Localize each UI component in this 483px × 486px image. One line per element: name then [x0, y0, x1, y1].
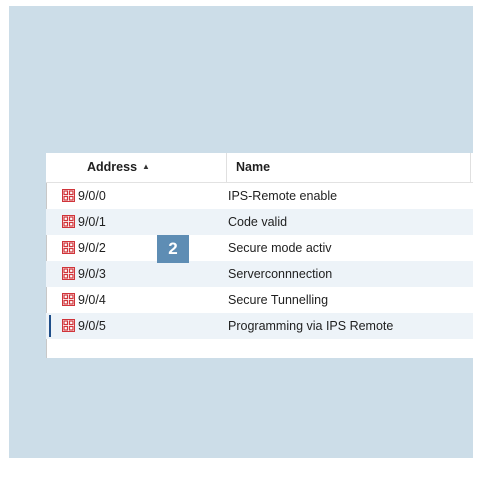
- table-row[interactable]: 9/0/5 Programming via IPS Remote: [46, 313, 473, 339]
- row-focus-indicator: [49, 315, 51, 337]
- table-row[interactable]: 9/0/3 Serverconnnection: [46, 261, 473, 287]
- sort-ascending-icon: ▲: [142, 162, 150, 171]
- table-row[interactable]: 9/0/0 IPS-Remote enable: [46, 183, 473, 209]
- name-cell: Secure mode activ: [228, 241, 332, 255]
- table-row[interactable]: 9/0/4 Secure Tunnelling: [46, 287, 473, 313]
- table-header: Address ▲ Name: [46, 153, 473, 183]
- group-address-icon: [62, 267, 75, 280]
- group-address-table: Address ▲ Name 9/0/0 IPS-Remote enable 9/0/…: [46, 153, 473, 358]
- name-cell: Code valid: [228, 215, 288, 229]
- table-row[interactable]: 9/0/2 Secure mode activ: [46, 235, 473, 261]
- group-address-icon: [62, 189, 75, 202]
- table-row[interactable]: 9/0/1 Code valid: [46, 209, 473, 235]
- background-panel: Address ▲ Name 9/0/0 IPS-Remote enable 9/0/…: [9, 6, 473, 458]
- group-address-icon: [62, 241, 75, 254]
- column-separator[interactable]: [226, 153, 227, 182]
- address-cell: 9/0/4: [78, 293, 106, 307]
- name-cell: IPS-Remote enable: [228, 189, 338, 203]
- address-cell: 9/0/2: [78, 241, 106, 255]
- column-header-address[interactable]: Address ▲: [87, 153, 227, 182]
- column-header-name[interactable]: Name: [236, 153, 464, 182]
- step-badge: 2: [157, 235, 189, 263]
- group-address-icon: [62, 319, 75, 332]
- address-cell: 9/0/3: [78, 267, 106, 281]
- column-header-address-label: Address: [87, 160, 138, 174]
- group-address-icon: [62, 293, 75, 306]
- address-cell: 9/0/5: [78, 319, 106, 333]
- address-cell: 9/0/0: [78, 189, 106, 203]
- name-cell: Serverconnnection: [228, 267, 333, 281]
- group-address-icon: [62, 215, 75, 228]
- name-cell: Secure Tunnelling: [228, 293, 329, 307]
- column-separator[interactable]: [470, 153, 471, 182]
- address-cell: 9/0/1: [78, 215, 106, 229]
- name-cell: Programming via IPS Remote: [228, 319, 394, 333]
